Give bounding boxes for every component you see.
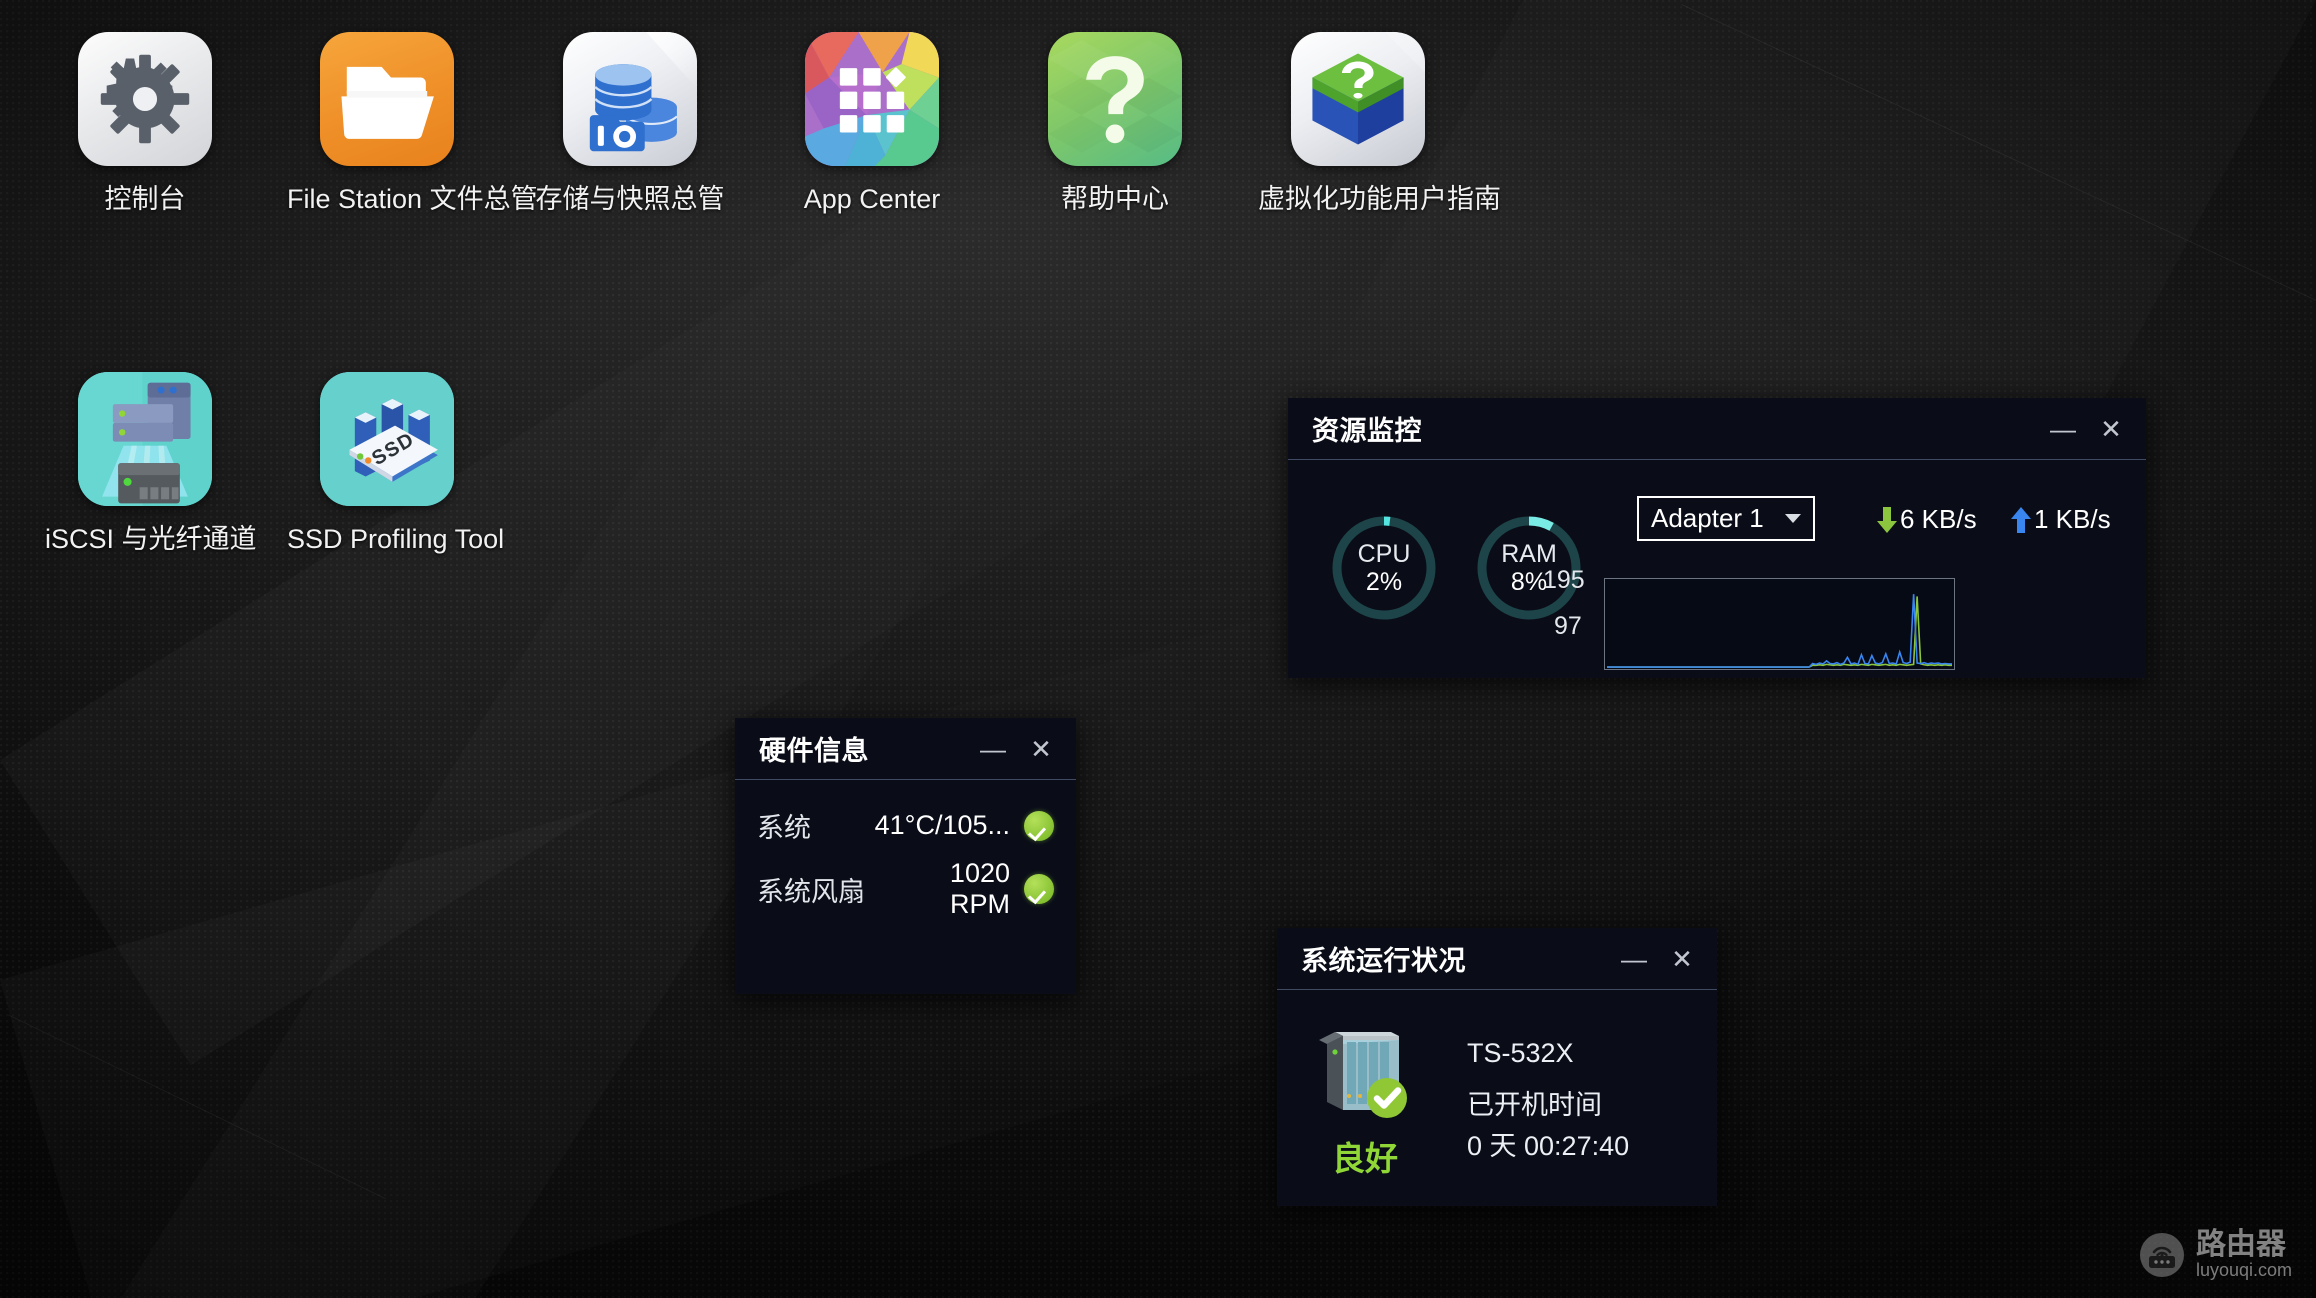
hardware-row-key: 系统 bbox=[757, 813, 811, 843]
database-snapshot-icon bbox=[563, 32, 697, 166]
chart-ytick-mid: 97 bbox=[1554, 612, 1582, 640]
desktop-icon-label: 虚拟化功能用户指南 bbox=[1258, 184, 1501, 214]
cpu-label: CPU bbox=[1357, 540, 1411, 568]
watermark-domain: luyouqi.com bbox=[2195, 1260, 2292, 1280]
hardware-info-titlebar[interactable]: 硬件信息 — ✕ bbox=[735, 718, 1076, 780]
desktop-icon-label: File Station 文件总管 bbox=[287, 184, 538, 214]
ram-value: 8% bbox=[1510, 568, 1548, 596]
desktop-icon-label: 控制台 bbox=[104, 184, 186, 214]
hardware-row-system: 系统 41°C/105... bbox=[735, 806, 1076, 845]
chart-ytick-max: 195 bbox=[1543, 566, 1585, 594]
upload-speed-value: 1 KB/s bbox=[2034, 504, 2111, 534]
cpu-gauge: CPU 2% bbox=[1328, 512, 1440, 624]
router-icon bbox=[2139, 1233, 2184, 1277]
question-mark-icon bbox=[1048, 32, 1182, 166]
desktop-icon-appcenter[interactable]: App Center bbox=[772, 32, 972, 216]
hardware-info-widget: 硬件信息 — ✕ 系统 41°C/105... 系统风扇 1020 RPM bbox=[735, 718, 1076, 994]
folder-open-icon bbox=[320, 32, 454, 166]
iscsi-server-icon bbox=[78, 372, 212, 506]
device-model: TS-532X bbox=[1467, 1038, 1574, 1068]
hardware-row-value: 1020 RPM bbox=[949, 858, 1010, 919]
health-status-text: 良好 bbox=[1332, 1140, 1398, 1177]
close-icon[interactable]: ✕ bbox=[2098, 416, 2124, 442]
watermark: 路由器 luyouqi.com bbox=[2139, 1228, 2292, 1280]
ok-check-icon bbox=[1024, 874, 1054, 904]
hardware-info-title: 硬件信息 bbox=[759, 736, 869, 766]
download-speed-value: 6 KB/s bbox=[1900, 504, 1977, 534]
minimize-icon[interactable]: — bbox=[980, 736, 1006, 762]
desktop-icon-ssdtool[interactable]: SSD SSD Profiling Tool bbox=[287, 372, 505, 556]
ram-label: RAM bbox=[1501, 540, 1557, 568]
ok-check-icon bbox=[1024, 810, 1054, 841]
gear-icon bbox=[78, 32, 212, 166]
desktop-icon-iscsi[interactable]: iSCSI 与光纤通道 bbox=[45, 372, 257, 556]
uptime-label: 已开机时间 bbox=[1467, 1090, 1602, 1120]
adapter-select-value: Adapter 1 bbox=[1651, 503, 1764, 533]
app-grid-icon bbox=[805, 32, 939, 166]
desktop-icon-label: 存储与快照总管 bbox=[535, 184, 725, 214]
desktop-icon-filestation[interactable]: File Station 文件总管 bbox=[287, 32, 538, 216]
close-icon[interactable]: ✕ bbox=[1669, 946, 1695, 972]
system-health-titlebar[interactable]: 系统运行状况 — ✕ bbox=[1277, 928, 1717, 990]
download-speed: 6 KB/s bbox=[1876, 504, 1977, 535]
desktop-icon-label: iSCSI 与光纤通道 bbox=[45, 524, 257, 554]
minimize-icon[interactable]: — bbox=[1621, 946, 1647, 972]
hardware-row-value: 41°C/105... bbox=[874, 810, 1010, 840]
desktop-icon-label: App Center bbox=[803, 184, 941, 214]
desktop-icon-label: 帮助中心 bbox=[1061, 184, 1169, 214]
close-icon[interactable]: ✕ bbox=[1028, 736, 1054, 762]
upload-speed: 1 KB/s bbox=[2010, 504, 2111, 535]
network-traffic-chart bbox=[1604, 578, 1955, 670]
system-health-title: 系统运行状况 bbox=[1301, 946, 1466, 976]
ssd-chart-icon: SSD bbox=[320, 372, 454, 506]
watermark-title: 路由器 bbox=[2195, 1228, 2286, 1261]
nas-enclosure-icon bbox=[1313, 1022, 1417, 1126]
hardware-row-system-fan: 系统风扇 1020 RPM bbox=[735, 858, 1076, 920]
minimize-icon[interactable]: — bbox=[2050, 416, 2076, 442]
resource-monitor-widget: 资源监控 — ✕ CPU 2% RAM 8% Adapter 1 6 KB/s … bbox=[1288, 398, 2146, 678]
desktop-icon-virtguide[interactable]: 虚拟化功能用户指南 bbox=[1258, 32, 1501, 216]
adapter-select[interactable]: Adapter 1 bbox=[1637, 496, 1815, 541]
cpu-value: 2% bbox=[1365, 568, 1403, 596]
down-arrow-icon bbox=[1877, 506, 1897, 533]
resource-monitor-body: CPU 2% RAM 8% Adapter 1 6 KB/s 1 KB/s 19… bbox=[1288, 460, 2146, 678]
system-health-widget: 系统运行状况 — ✕ 良好 TS-532X 已开机时间 0 天 00:27:40 bbox=[1277, 928, 1717, 1206]
up-arrow-icon bbox=[2011, 506, 2031, 533]
resource-monitor-titlebar[interactable]: 资源监控 — ✕ bbox=[1288, 398, 2146, 460]
desktop-icon-label: SSD Profiling Tool bbox=[287, 524, 505, 554]
resource-monitor-title: 资源监控 bbox=[1312, 416, 1422, 446]
chevron-down-icon bbox=[1785, 514, 1801, 523]
desktop-icon-storage[interactable]: 存储与快照总管 bbox=[530, 32, 730, 216]
uptime-value: 0 天 00:27:40 bbox=[1467, 1131, 1630, 1161]
hardware-row-key: 系统风扇 bbox=[757, 876, 865, 907]
desktop-icon-console[interactable]: 控制台 bbox=[45, 32, 245, 216]
cube-question-icon bbox=[1291, 32, 1425, 166]
desktop-icon-helpcenter[interactable]: 帮助中心 bbox=[1015, 32, 1215, 216]
